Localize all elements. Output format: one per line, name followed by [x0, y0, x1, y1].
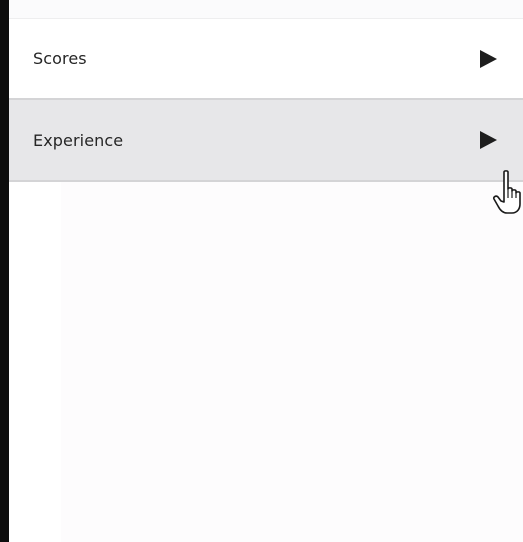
triangle-right-icon — [480, 131, 497, 149]
side-menu: Scores Experience — [9, 18, 523, 182]
menu-item-scores[interactable]: Scores — [9, 18, 523, 100]
triangle-right-icon — [480, 49, 497, 68]
menu-item-label: Experience — [33, 130, 124, 150]
menu-item-experience[interactable]: Experience — [9, 100, 523, 182]
screen: Scores Experience — [0, 0, 523, 542]
left-border — [0, 0, 9, 542]
menu-item-label: Scores — [33, 49, 87, 68]
hand-pointer-cursor-icon — [493, 170, 521, 214]
top-strip — [9, 0, 523, 18]
